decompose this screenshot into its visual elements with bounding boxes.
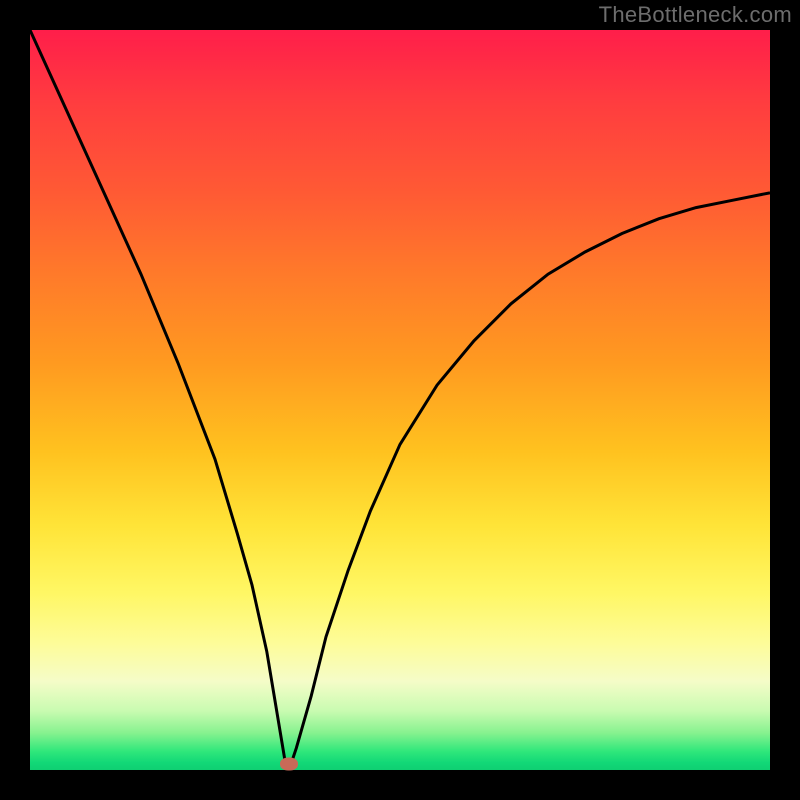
curve-svg [30,30,770,770]
plot-area [30,30,770,770]
bottleneck-curve [30,30,770,770]
watermark-text: TheBottleneck.com [599,2,792,28]
marker-dot [280,758,298,771]
chart-frame: TheBottleneck.com [0,0,800,800]
